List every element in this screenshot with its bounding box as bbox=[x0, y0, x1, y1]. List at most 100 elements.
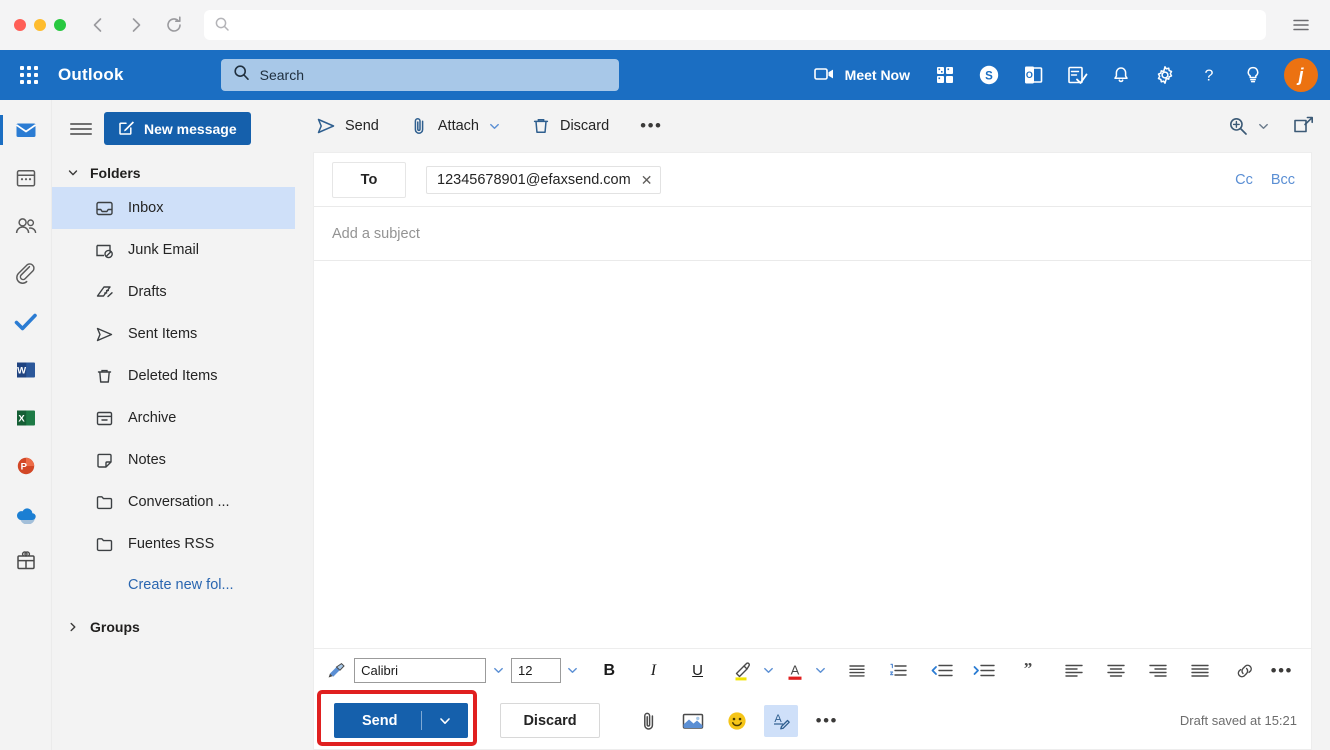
message-body-editor[interactable] bbox=[314, 261, 1311, 648]
align-justify-icon[interactable] bbox=[1186, 655, 1214, 687]
zoom-in-icon[interactable] bbox=[1227, 115, 1249, 137]
action-bar-more-button[interactable]: ••• bbox=[808, 711, 846, 731]
close-window-button[interactable] bbox=[14, 19, 26, 31]
bulleted-list-icon[interactable] bbox=[843, 655, 871, 687]
to-button[interactable]: To bbox=[332, 162, 406, 198]
rail-item-word[interactable]: W bbox=[0, 348, 52, 392]
rail-item-calendar[interactable] bbox=[0, 156, 52, 200]
browser-address-bar[interactable] bbox=[204, 10, 1266, 40]
rail-item-to-do[interactable] bbox=[0, 300, 52, 344]
outlook-brand-label[interactable]: Outlook bbox=[52, 65, 124, 85]
increase-indent-icon[interactable] bbox=[970, 655, 998, 687]
send-options-chevron-down-icon[interactable] bbox=[422, 714, 468, 728]
groups-section-header[interactable]: Groups bbox=[52, 605, 295, 641]
rail-item-powerpoint[interactable]: P bbox=[0, 444, 52, 488]
send-button[interactable]: Send bbox=[334, 703, 468, 738]
font-color-chevron-down-icon[interactable] bbox=[811, 655, 832, 687]
rail-item-files[interactable] bbox=[0, 252, 52, 296]
font-color-icon[interactable]: A bbox=[780, 655, 808, 687]
format-painter-icon[interactable] bbox=[324, 655, 352, 687]
app-launcher-icon[interactable] bbox=[6, 50, 52, 100]
discard-button[interactable]: Discard bbox=[500, 703, 599, 738]
to-do-icon[interactable] bbox=[1056, 54, 1098, 96]
font-size-input[interactable]: 12 bbox=[511, 658, 561, 683]
emoji-smiley-icon[interactable] bbox=[720, 705, 754, 737]
folder-item-notes[interactable]: Notes bbox=[52, 439, 295, 481]
more-commands-button[interactable]: ••• bbox=[626, 116, 676, 136]
folder-item-conversation-history[interactable]: Conversation ... bbox=[52, 481, 295, 523]
rail-item-all-apps[interactable] bbox=[0, 540, 52, 584]
send-toolbar-button[interactable]: Send bbox=[303, 107, 392, 145]
skype-icon[interactable]: S bbox=[968, 54, 1010, 96]
to-field-row: To 12345678901@efaxsend.com ✕ Cc Bcc bbox=[314, 153, 1311, 207]
junk-email-icon bbox=[94, 241, 114, 260]
subject-input[interactable]: Add a subject bbox=[332, 226, 420, 242]
folder-label: Sent Items bbox=[128, 326, 197, 342]
chevron-down-icon[interactable] bbox=[488, 120, 501, 133]
pop-out-window-icon[interactable] bbox=[1292, 115, 1316, 137]
browser-chrome bbox=[0, 0, 1330, 50]
help-question-icon[interactable]: ? bbox=[1188, 54, 1230, 96]
hamburger-menu-icon[interactable] bbox=[70, 123, 92, 135]
insert-link-icon[interactable] bbox=[1231, 655, 1259, 687]
font-family-input[interactable]: Calibri bbox=[354, 658, 486, 683]
underline-button[interactable]: U bbox=[684, 655, 712, 687]
outlook-search-box[interactable]: Search bbox=[221, 59, 619, 91]
close-x-icon[interactable]: ✕ bbox=[641, 173, 653, 187]
reload-icon[interactable] bbox=[160, 11, 188, 39]
rail-item-mail[interactable] bbox=[0, 108, 52, 152]
folder-item-deleted-items[interactable]: Deleted Items bbox=[52, 355, 295, 397]
font-family-chevron-down-icon[interactable] bbox=[488, 655, 509, 687]
italic-button[interactable]: I bbox=[639, 655, 667, 687]
highlight-chevron-down-icon[interactable] bbox=[758, 655, 779, 687]
cc-link[interactable]: Cc bbox=[1235, 172, 1253, 188]
folder-item-drafts[interactable]: Drafts bbox=[52, 271, 295, 313]
settings-gear-icon[interactable] bbox=[1144, 54, 1186, 96]
decrease-indent-icon[interactable] bbox=[928, 655, 956, 687]
insert-picture-icon[interactable] bbox=[676, 705, 710, 737]
minimize-window-button[interactable] bbox=[34, 19, 46, 31]
font-size-chevron-down-icon[interactable] bbox=[563, 655, 584, 687]
align-left-icon[interactable] bbox=[1060, 655, 1088, 687]
search-input[interactable]: Search bbox=[260, 67, 304, 83]
rail-item-excel[interactable]: X bbox=[0, 396, 52, 440]
folder-item-archive[interactable]: Archive bbox=[52, 397, 295, 439]
align-right-icon[interactable] bbox=[1144, 655, 1172, 687]
discard-toolbar-button[interactable]: Discard bbox=[518, 107, 622, 145]
back-icon[interactable] bbox=[84, 11, 112, 39]
feedback-lightbulb-icon[interactable] bbox=[1232, 54, 1274, 96]
rail-item-onedrive[interactable] bbox=[0, 492, 52, 536]
bcc-link[interactable]: Bcc bbox=[1271, 172, 1295, 188]
user-avatar[interactable]: j bbox=[1284, 58, 1318, 92]
send-button-label: Send bbox=[334, 713, 421, 729]
create-new-folder-link[interactable]: Create new fol... bbox=[52, 565, 295, 605]
forward-icon[interactable] bbox=[122, 11, 150, 39]
folder-item-sent-items[interactable]: Sent Items bbox=[52, 313, 295, 355]
maximize-window-button[interactable] bbox=[54, 19, 66, 31]
attach-file-icon[interactable] bbox=[632, 705, 666, 737]
attach-toolbar-button[interactable]: Attach bbox=[396, 107, 514, 145]
rail-item-people[interactable] bbox=[0, 204, 52, 248]
numbered-list-icon[interactable] bbox=[885, 655, 913, 687]
teams-grid-icon[interactable] bbox=[924, 54, 966, 96]
folder-item-junk-email[interactable]: Junk Email bbox=[52, 229, 295, 271]
notifications-bell-icon[interactable] bbox=[1100, 54, 1142, 96]
bold-button[interactable]: B bbox=[595, 655, 623, 687]
text-highlight-icon[interactable] bbox=[728, 655, 756, 687]
folder-item-fuentes-rss[interactable]: Fuentes RSS bbox=[52, 523, 295, 565]
recipient-chip[interactable]: 12345678901@efaxsend.com ✕ bbox=[426, 166, 661, 194]
folders-section-header[interactable]: Folders bbox=[52, 159, 295, 187]
outlook-web-app: Outlook Search Meet Now S O bbox=[0, 0, 1330, 750]
subject-field-row[interactable]: Add a subject bbox=[314, 207, 1311, 261]
chevron-down-icon[interactable] bbox=[1257, 120, 1270, 133]
folder-item-inbox[interactable]: Inbox bbox=[52, 187, 295, 229]
new-message-button[interactable]: New message bbox=[104, 112, 251, 145]
block-quote-icon[interactable]: ” bbox=[1014, 655, 1042, 687]
align-center-icon[interactable] bbox=[1102, 655, 1130, 687]
outlook-app-icon[interactable]: O bbox=[1012, 54, 1054, 96]
meet-now-button[interactable]: Meet Now bbox=[808, 54, 922, 96]
browser-menu-icon[interactable] bbox=[1286, 10, 1316, 40]
formatting-options-icon[interactable]: A bbox=[764, 705, 798, 737]
formatting-more-button[interactable]: ••• bbox=[1261, 661, 1303, 681]
discard-toolbar-label: Discard bbox=[560, 118, 609, 134]
